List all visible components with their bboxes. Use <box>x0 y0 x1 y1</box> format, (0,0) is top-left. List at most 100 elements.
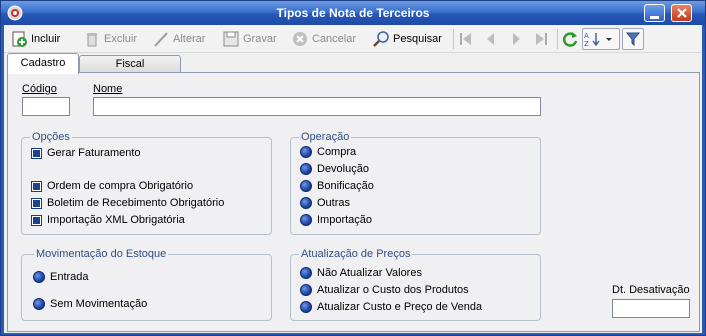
radio-icon <box>300 214 312 226</box>
operacao-compra-radio[interactable]: Compra <box>300 146 356 158</box>
previous-record-button[interactable] <box>482 28 500 50</box>
tab-cadastro[interactable]: Cadastro <box>7 53 79 74</box>
movimentacao-group: Movimentação do Estoque Entrada Sem Movi… <box>21 248 272 321</box>
gravar-button[interactable]: Gravar <box>222 28 277 50</box>
filter-button[interactable] <box>622 28 644 50</box>
tab-fiscal[interactable]: Fiscal <box>79 55 181 73</box>
atualizacao-title: Atualização de Preços <box>299 248 413 260</box>
boletim-recebimento-checkbox[interactable]: Boletim de Recebimento Obrigatório <box>31 197 224 209</box>
nome-label: Nome <box>93 83 123 95</box>
opcoes-title: Opções <box>30 131 72 143</box>
operacao-bonificacao-radio[interactable]: Bonificação <box>300 180 374 192</box>
first-icon <box>457 30 475 48</box>
last-record-button[interactable] <box>532 28 550 50</box>
window: Tipos de Nota de Terceiros Incluir Exclu… <box>0 0 706 336</box>
last-icon <box>532 30 550 48</box>
boletim-recebimento-label: Boletim de Recebimento Obrigatório <box>47 197 225 209</box>
trash-icon <box>83 30 101 48</box>
sem-movimentacao-label: Sem Movimentação <box>50 298 148 310</box>
sort-button[interactable]: AZ <box>582 28 620 50</box>
movimentacao-sem-radio[interactable]: Sem Movimentação <box>33 298 147 310</box>
window-title: Tipos de Nota de Terceiros <box>276 6 430 20</box>
chevron-down-icon <box>604 30 614 48</box>
ordem-compra-label: Ordem de compra Obrigatório <box>47 180 194 192</box>
radio-icon <box>300 163 312 175</box>
cancelar-label: Cancelar <box>312 33 357 45</box>
pencil-icon <box>152 30 170 48</box>
filter-icon <box>624 30 642 48</box>
opcoes-group: Opções Gerar Faturamento Ordem de compra… <box>21 131 272 235</box>
dt-desativacao-label: Dt. Desativação <box>612 284 690 296</box>
pesquisar-label: Pesquisar <box>393 33 442 45</box>
svg-text:Z: Z <box>584 40 589 48</box>
incluir-button[interactable]: Incluir <box>10 28 60 50</box>
bonificacao-label: Bonificação <box>317 180 374 192</box>
operacao-outras-radio[interactable]: Outras <box>300 197 350 209</box>
alterar-button[interactable]: Alterar <box>152 28 205 50</box>
refresh-button[interactable] <box>561 28 579 50</box>
movimentacao-title: Movimentação do Estoque <box>34 248 169 260</box>
operacao-importacao-radio[interactable]: Importação <box>300 214 372 226</box>
excluir-button[interactable]: Excluir <box>83 28 137 50</box>
devolucao-label: Devolução <box>317 163 369 175</box>
minimize-icon <box>650 16 659 19</box>
nao-atualizar-radio[interactable]: Não Atualizar Valores <box>300 267 422 279</box>
importacao-xml-label: Importação XML Obrigatória <box>47 214 185 226</box>
atualizar-custo-preco-radio[interactable]: Atualizar Custo e Preço de Venda <box>300 301 482 313</box>
radio-icon <box>33 298 45 310</box>
nao-atualizar-label: Não Atualizar Valores <box>317 267 422 279</box>
operacao-devolucao-radio[interactable]: Devolução <box>300 163 369 175</box>
first-record-button[interactable] <box>457 28 475 50</box>
alterar-label: Alterar <box>173 33 206 45</box>
cadastro-panel: Código Nome Opções Gerar Faturamento Ord… <box>7 72 700 332</box>
close-icon <box>676 6 688 23</box>
pesquisar-button[interactable]: Pesquisar <box>372 28 442 50</box>
operacao-title: Operação <box>299 131 352 143</box>
operacao-group: Operação Compra Devolução Bonificação Ou… <box>290 131 541 235</box>
radio-icon <box>300 267 312 279</box>
gravar-label: Gravar <box>243 33 277 45</box>
atualizacao-group: Atualização de Preços Não Atualizar Valo… <box>290 248 541 321</box>
cancelar-button[interactable]: Cancelar <box>291 28 356 50</box>
nome-input[interactable] <box>93 97 541 116</box>
gerar-faturamento-checkbox[interactable]: Gerar Faturamento <box>31 147 141 159</box>
checkbox-icon <box>31 147 42 159</box>
entrada-label: Entrada <box>50 271 89 283</box>
codigo-label: Código <box>22 83 57 95</box>
radio-icon <box>300 180 312 192</box>
title-bar[interactable]: Tipos de Nota de Terceiros <box>1 1 705 25</box>
dt-desativacao-input[interactable] <box>612 299 690 318</box>
toolbar-separator <box>557 29 558 49</box>
checkbox-icon <box>31 180 42 192</box>
compra-label: Compra <box>317 146 357 158</box>
codigo-input[interactable] <box>22 97 70 116</box>
ordem-compra-checkbox[interactable]: Ordem de compra Obrigatório <box>31 180 193 192</box>
radio-icon <box>300 284 312 296</box>
cancel-icon <box>291 30 309 48</box>
add-document-icon <box>10 30 28 48</box>
radio-icon <box>33 271 45 283</box>
atualizar-custo-radio[interactable]: Atualizar o Custo dos Produtos <box>300 284 469 296</box>
checkbox-icon <box>31 214 42 226</box>
gerar-faturamento-label: Gerar Faturamento <box>47 147 141 159</box>
next-icon <box>507 30 525 48</box>
next-record-button[interactable] <box>507 28 525 50</box>
movimentacao-entrada-radio[interactable]: Entrada <box>33 271 89 283</box>
checkbox-icon <box>31 197 42 209</box>
importacao-xml-checkbox[interactable]: Importação XML Obrigatória <box>31 214 185 226</box>
atualizar-custo-label: Atualizar o Custo dos Produtos <box>317 284 469 296</box>
search-icon <box>372 30 390 48</box>
toolbar: Incluir Excluir Alterar Gravar Cancelar … <box>4 25 702 53</box>
sort-az-icon: AZ <box>583 30 601 48</box>
importacao-label: Importação <box>317 214 373 226</box>
previous-icon <box>482 30 500 48</box>
radio-icon <box>300 301 312 313</box>
incluir-label: Incluir <box>31 33 61 45</box>
minimize-button[interactable] <box>644 4 665 22</box>
close-button[interactable] <box>671 4 692 22</box>
refresh-icon <box>561 30 579 48</box>
outras-label: Outras <box>317 197 351 209</box>
svg-text:A: A <box>584 32 589 40</box>
atualizar-custo-preco-label: Atualizar Custo e Preço de Venda <box>317 301 483 313</box>
save-icon <box>222 30 240 48</box>
